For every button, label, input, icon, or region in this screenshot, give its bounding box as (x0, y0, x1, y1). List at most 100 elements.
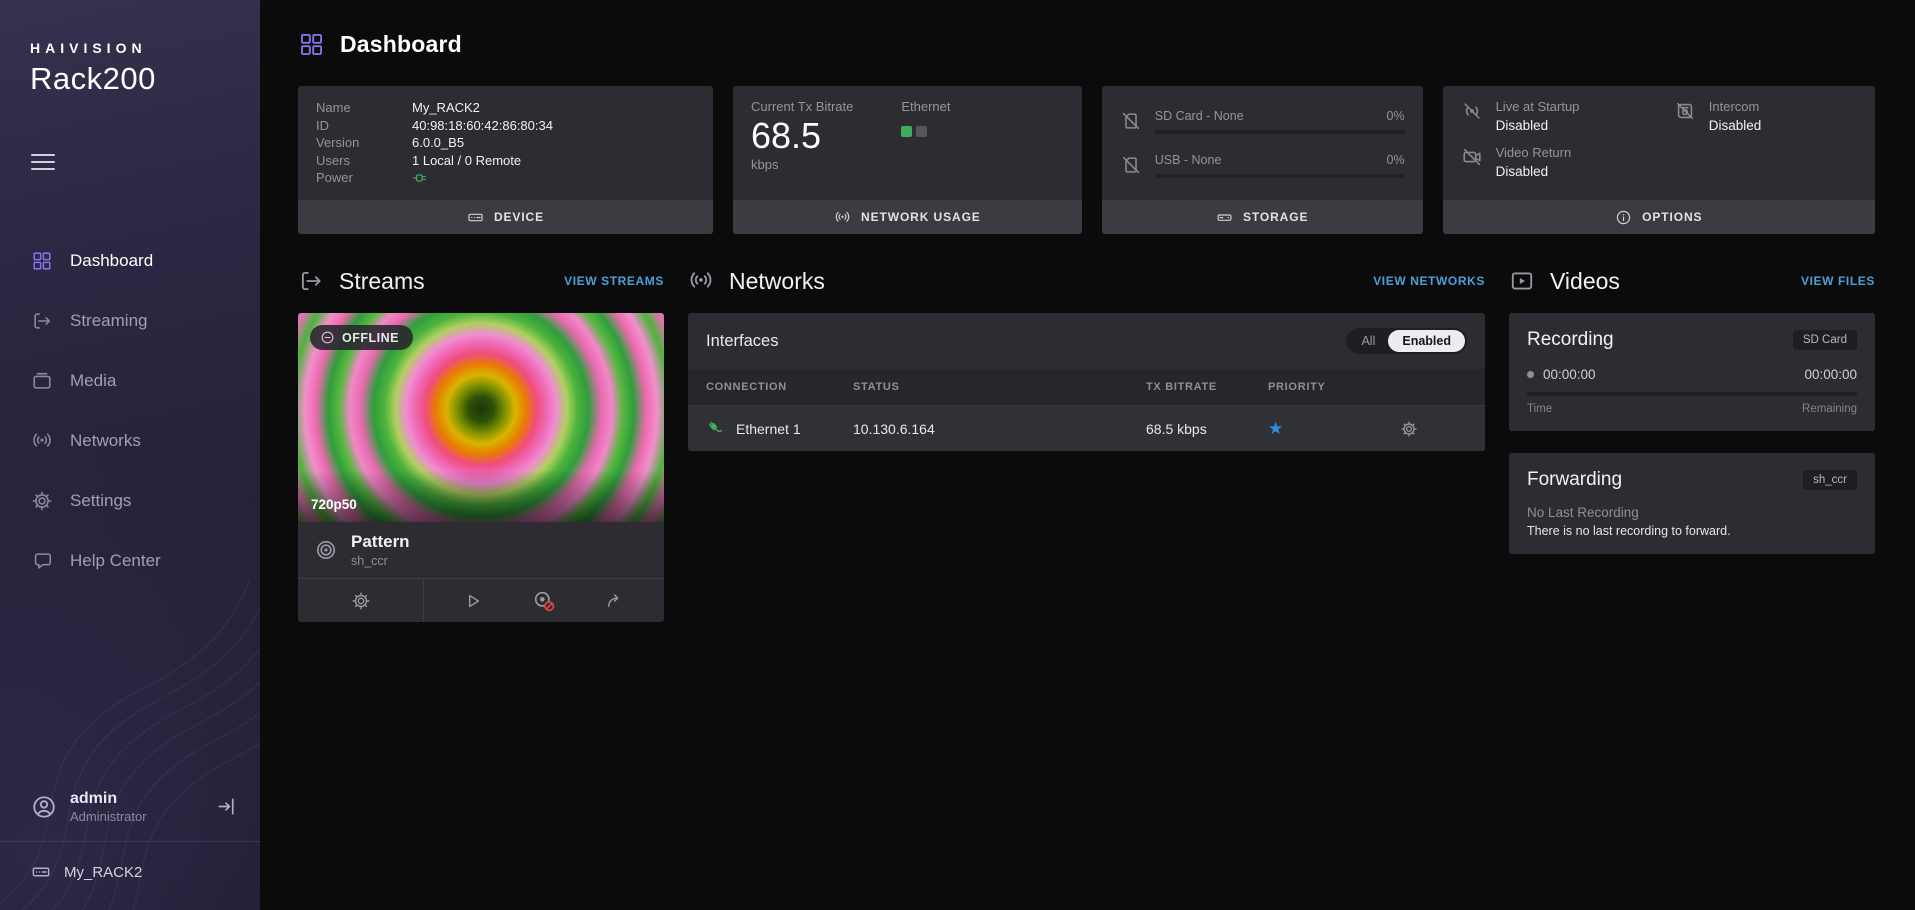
view-files-link[interactable]: VIEW FILES (1801, 274, 1875, 288)
stream-settings-button[interactable] (298, 579, 424, 622)
networks-section: Networks VIEW NETWORKS Interfaces All En… (688, 264, 1485, 451)
play-icon (463, 591, 483, 611)
stream-info-row: Pattern sh_ccr (298, 522, 664, 578)
stream-forward-button[interactable] (605, 591, 625, 611)
forwarding-status: No Last Recording (1527, 505, 1857, 520)
ethernet-plug-icon (706, 419, 726, 439)
ethernet-port-inactive-indicator (916, 126, 927, 137)
interface-tx-bitrate: 68.5 kbps (1146, 421, 1268, 437)
device-icon (467, 209, 484, 226)
sidebar-item-label: Dashboard (70, 251, 153, 271)
footer-label: OPTIONS (1642, 210, 1702, 224)
menu-toggle-icon[interactable] (31, 149, 55, 175)
sd-card-disabled-icon (1120, 110, 1142, 132)
sidebar-item-streaming[interactable]: Streaming (0, 291, 260, 351)
usb-row: USB - None 0% (1120, 153, 1405, 178)
field-value: 6.0.0_B5 (412, 134, 464, 152)
ethernet-label: Ethernet (901, 99, 950, 114)
user-account-row[interactable]: admin Administrator (0, 773, 260, 841)
footer-label: STORAGE (1243, 210, 1308, 224)
sidebar-item-dashboard[interactable]: Dashboard (0, 231, 260, 291)
device-version-field: Version 6.0.0_B5 (316, 134, 695, 152)
forwarding-card: Forwarding sh_ccr No Last Recording Ther… (1509, 453, 1875, 554)
field-label: Power (316, 169, 412, 187)
help-icon (31, 550, 53, 572)
power-connected-icon (412, 170, 428, 186)
column-tx-bitrate: TX BITRATE (1146, 381, 1268, 393)
videos-section: Videos VIEW FILES Recording SD Card 00:0… (1509, 264, 1875, 554)
interfaces-table-header: CONNECTION STATUS TX BITRATE PRIORITY (688, 369, 1485, 405)
dashboard-icon (298, 31, 325, 58)
view-networks-link[interactable]: VIEW NETWORKS (1373, 274, 1485, 288)
sidebar-item-settings[interactable]: Settings (0, 471, 260, 531)
sidebar-item-networks[interactable]: Networks (0, 411, 260, 471)
field-label: Users (316, 152, 412, 170)
options-footer-button[interactable]: OPTIONS (1443, 200, 1875, 234)
priority-star-icon[interactable]: ★ (1268, 420, 1388, 437)
media-icon (31, 370, 53, 392)
stream-card: OFFLINE 720p50 Pattern sh_ccr (298, 313, 664, 622)
usb-percent: 0% (1387, 153, 1405, 167)
column-connection: CONNECTION (706, 381, 853, 393)
device-name: My_RACK2 (64, 864, 142, 881)
pattern-target-icon (314, 538, 338, 562)
storage-footer-button[interactable]: STORAGE (1102, 200, 1423, 234)
recording-destination-badge: SD Card (1793, 330, 1857, 350)
streaming-icon (31, 310, 53, 332)
tx-bitrate-label: Current Tx Bitrate (751, 99, 853, 114)
live-at-startup-option: Live at Startup Disabled (1461, 99, 1666, 133)
filter-all-option[interactable]: All (1348, 330, 1388, 352)
page-title: Dashboard (340, 31, 462, 58)
antenna-icon (688, 268, 714, 294)
brand: HAIVISION Rack200 (0, 0, 260, 97)
ethernet-port-active-indicator (901, 126, 912, 137)
sidebar-item-label: Networks (70, 431, 141, 451)
forwarding-message: There is no last recording to forward. (1527, 524, 1857, 538)
stream-thumbnail[interactable]: OFFLINE 720p50 (298, 313, 664, 522)
intercom-option: Intercom Disabled (1674, 99, 1857, 133)
sidebar-item-media[interactable]: Media (0, 351, 260, 411)
drive-icon (1216, 209, 1233, 226)
dashboard-sections: Streams VIEW STREAMS OFFLINE 720p50 (298, 264, 1875, 622)
streams-icon (298, 268, 324, 294)
recording-time-label: Time (1527, 403, 1552, 415)
interface-settings-gear-icon[interactable] (1400, 420, 1418, 438)
network-usage-footer-button[interactable]: NETWORK USAGE (733, 200, 1082, 234)
forwarding-stream-badge: sh_ccr (1803, 470, 1857, 490)
gear-icon (31, 490, 53, 512)
stream-play-button[interactable] (463, 591, 483, 611)
videos-title: Videos (1550, 268, 1620, 295)
filter-enabled-option[interactable]: Enabled (1388, 330, 1465, 352)
sidebar-bottom: admin Administrator My_RACK2 (0, 773, 260, 910)
field-value: 40:98:18:60:42:86:80:34 (412, 117, 553, 135)
interface-row-ethernet1: Ethernet 1 10.130.6.164 68.5 kbps ★ (688, 405, 1485, 451)
field-value: 1 Local / 0 Remote (412, 152, 521, 170)
usb-label: USB - None (1155, 153, 1222, 167)
device-footer-button[interactable]: DEVICE (298, 200, 713, 234)
summary-cards: Name My_RACK2 ID 40:98:18:60:42:86:80:34… (298, 86, 1875, 234)
stream-record-button-disabled[interactable] (533, 590, 555, 612)
interfaces-panel-title: Interfaces (706, 332, 778, 351)
recording-card: Recording SD Card 00:00:00 00:00:00 Time… (1509, 313, 1875, 431)
device-id-field: ID 40:98:18:60:42:86:80:34 (316, 117, 695, 135)
view-streams-link[interactable]: VIEW STREAMS (564, 274, 664, 288)
antenna-icon (31, 430, 53, 452)
device-icon (31, 862, 51, 882)
recording-remaining-label: Remaining (1802, 403, 1857, 415)
app-root: HAIVISION Rack200 Dashboard Streaming Me… (0, 0, 1915, 910)
device-card: Name My_RACK2 ID 40:98:18:60:42:86:80:34… (298, 86, 713, 234)
stream-resolution: 720p50 (311, 497, 357, 512)
sidebar-item-label: Media (70, 371, 116, 391)
thumbnail-shade (298, 470, 664, 522)
interfaces-panel: Interfaces All Enabled CONNECTION STATUS… (688, 313, 1485, 451)
streams-section: Streams VIEW STREAMS OFFLINE 720p50 (298, 264, 664, 622)
device-power-field: Power (316, 169, 695, 187)
device-name-field: Name My_RACK2 (316, 99, 695, 117)
logout-icon[interactable] (215, 795, 238, 818)
field-label: Name (316, 99, 412, 117)
sidebar-item-help-center[interactable]: Help Center (0, 531, 260, 591)
tx-bitrate-block: Current Tx Bitrate 68.5 kbps (751, 99, 853, 187)
column-status: STATUS (853, 381, 1146, 393)
main-content: Dashboard Name My_RACK2 ID 40:98:18:60:4… (260, 0, 1915, 910)
option-label: Intercom (1709, 99, 1762, 114)
